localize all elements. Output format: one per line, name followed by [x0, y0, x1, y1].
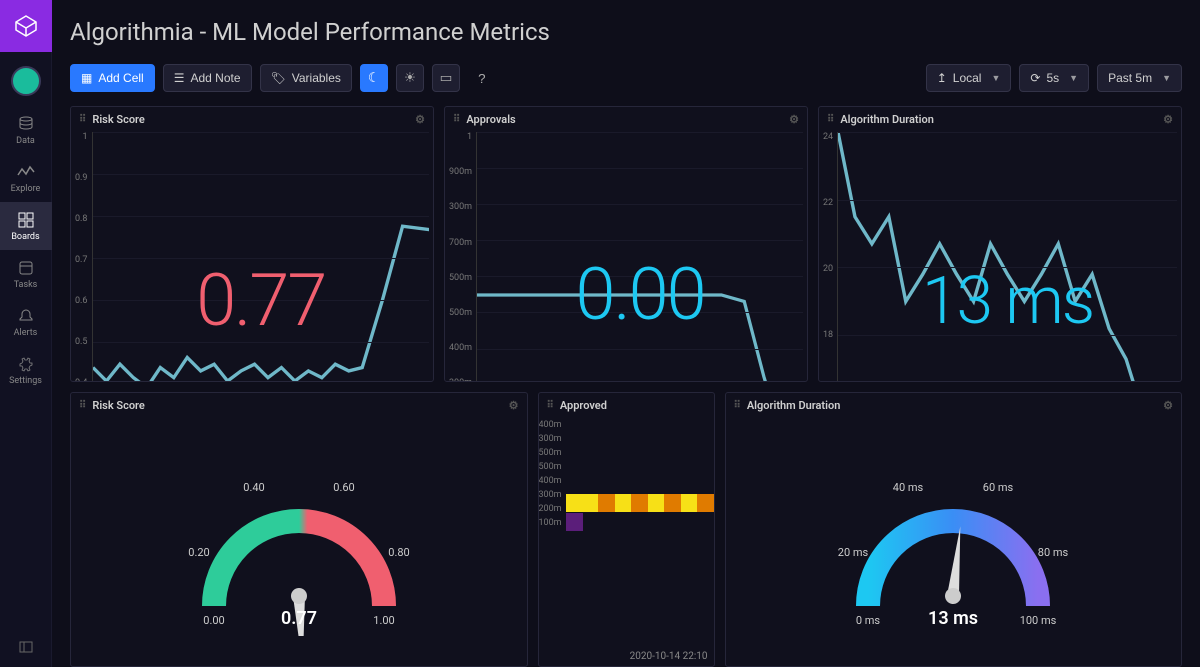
sidebar-item-settings[interactable]: Settings — [0, 346, 52, 394]
gauge-value: 0.77 — [281, 608, 317, 629]
list-icon: ☰ — [174, 71, 185, 85]
collapse-icon — [18, 639, 34, 655]
help-button[interactable]: ? — [468, 64, 496, 92]
presentation-icon: ▭ — [440, 70, 453, 86]
sidebar-item-label: Data — [16, 136, 35, 146]
sidebar-item-label: Alerts — [14, 328, 38, 338]
gauge-chart: 0 ms 20 ms 40 ms 60 ms 80 ms 100 ms 13 m… — [726, 416, 1182, 667]
svg-text:0.80: 0.80 — [388, 546, 409, 559]
svg-text:100 ms: 100 ms — [1020, 614, 1057, 627]
drag-handle-icon[interactable]: ⠿ — [79, 114, 86, 125]
settings-icon — [17, 355, 35, 373]
card-title: Algorithm Duration — [840, 113, 934, 126]
sidebar-item-label: Boards — [11, 232, 39, 242]
svg-text:20 ms: 20 ms — [838, 546, 869, 559]
drag-handle-icon[interactable]: ⠿ — [453, 114, 460, 125]
local-dropdown[interactable]: ↥ Local ▼ — [926, 64, 1012, 92]
explore-icon — [17, 163, 35, 181]
line-chart: 13 ms — [837, 132, 1177, 382]
card-title: Approved — [560, 399, 607, 412]
presentation-button[interactable]: ▭ — [432, 64, 460, 92]
refresh-icon: ⟳ — [1030, 71, 1040, 85]
sidebar-item-explore[interactable]: Explore — [0, 154, 52, 202]
dark-mode-button[interactable]: ☾ — [360, 64, 388, 92]
y-axis: 1900m300m700m500m500m400m300m200m100m — [449, 132, 476, 382]
variables-button[interactable]: 🏷 Variables — [260, 64, 352, 92]
add-note-button[interactable]: ☰ Add Note — [163, 64, 252, 92]
sidebar-item-tasks[interactable]: Tasks — [0, 250, 52, 298]
page-title: Algorithmia - ML Model Performance Metri… — [70, 18, 1182, 46]
card-title: Risk Score — [92, 113, 145, 126]
sidebar-item-boards[interactable]: Boards — [0, 202, 52, 250]
card-risk-score-gauge: ⠿ Risk Score ⚙ 0.0 — [70, 392, 528, 667]
boards-icon — [17, 211, 35, 229]
line-chart: 0.77 — [92, 132, 430, 382]
chevron-down-icon: ▼ — [991, 73, 1000, 83]
card-duration-line: ⠿ Algorithm Duration ⚙ 242220181614 13 m… — [818, 106, 1182, 382]
drag-handle-icon[interactable]: ⠿ — [827, 114, 834, 125]
sidebar-item-label: Settings — [9, 376, 42, 386]
gauge-value: 13 ms — [928, 608, 978, 629]
gear-icon[interactable]: ⚙ — [415, 113, 425, 126]
chevron-down-icon: ▼ — [1162, 73, 1171, 83]
gear-icon[interactable]: ⚙ — [1163, 399, 1173, 412]
card-duration-gauge: ⠿ Algorithm Duration ⚙ — [725, 392, 1183, 667]
help-icon: ? — [478, 71, 485, 86]
sun-icon: ☀ — [404, 70, 416, 86]
card-title: Algorithm Duration — [747, 399, 841, 412]
svg-text:1.00: 1.00 — [373, 614, 394, 627]
y-axis: 10.90.80.70.60.50.40.30.2 — [75, 132, 92, 382]
avatar[interactable] — [11, 66, 41, 96]
svg-text:0.00: 0.00 — [203, 614, 224, 627]
gauge-chart: 0.00 0.20 0.40 0.60 0.80 1.00 0.77 — [71, 416, 527, 667]
svg-text:60 ms: 60 ms — [983, 481, 1014, 494]
svg-text:40 ms: 40 ms — [893, 481, 924, 494]
y-axis: 400m300m500m500m400m300m200m100m — [539, 416, 566, 650]
main-content: Algorithmia - ML Model Performance Metri… — [52, 0, 1200, 667]
gear-icon[interactable]: ⚙ — [789, 113, 799, 126]
tag-icon: 🏷 — [271, 71, 286, 85]
light-mode-button[interactable]: ☀ — [396, 64, 424, 92]
moon-icon: ☾ — [368, 70, 380, 86]
add-cell-button[interactable]: ▦ Add Cell — [70, 64, 155, 92]
toolbar: ▦ Add Cell ☰ Add Note 🏷 Variables ☾ ☀ ▭ … — [70, 64, 1182, 92]
card-risk-score-line: ⠿ Risk Score ⚙ 10.90.80.70.60.50.40.30.2… — [70, 106, 434, 382]
sidebar-item-label: Explore — [11, 184, 41, 194]
drag-handle-icon[interactable]: ⠿ — [79, 400, 86, 411]
upload-icon: ↥ — [937, 71, 947, 85]
svg-text:0.20: 0.20 — [188, 546, 209, 559]
plus-grid-icon: ▦ — [81, 71, 92, 85]
card-title: Approvals — [466, 113, 515, 126]
card-approved-heatmap: ⠿ Approved 400m300m500m500m400m300m200m1… — [538, 392, 715, 667]
sidebar: Data Explore Boards Tasks Alerts Setting… — [0, 0, 52, 667]
gear-icon[interactable]: ⚙ — [1163, 113, 1173, 126]
sidebar-item-data[interactable]: Data — [0, 106, 52, 154]
sidebar-item-label: Tasks — [14, 280, 38, 290]
alerts-icon — [17, 307, 35, 325]
time-range-dropdown[interactable]: Past 5m ▼ — [1097, 64, 1182, 92]
refresh-dropdown[interactable]: ⟳ 5s ▼ — [1019, 64, 1089, 92]
svg-text:0.60: 0.60 — [333, 481, 354, 494]
chevron-down-icon: ▼ — [1069, 73, 1078, 83]
svg-text:0 ms: 0 ms — [856, 614, 881, 627]
heatmap-plot — [566, 416, 714, 650]
drag-handle-icon[interactable]: ⠿ — [734, 400, 741, 411]
svg-text:80 ms: 80 ms — [1038, 546, 1069, 559]
database-icon — [17, 115, 35, 133]
line-chart: 0.00 — [476, 132, 803, 382]
gear-icon[interactable]: ⚙ — [509, 399, 519, 412]
collapse-sidebar[interactable] — [0, 627, 52, 667]
svg-text:0.40: 0.40 — [243, 481, 264, 494]
y-axis: 242220181614 — [823, 132, 837, 382]
drag-handle-icon[interactable]: ⠿ — [547, 400, 554, 411]
sidebar-item-alerts[interactable]: Alerts — [0, 298, 52, 346]
card-title: Risk Score — [92, 399, 145, 412]
card-timestamp: 2020-10-14 22:10 — [539, 649, 714, 666]
tasks-icon — [17, 259, 35, 277]
card-approvals-line: ⠿ Approvals ⚙ 1900m300m700m500m500m400m3… — [444, 106, 808, 382]
app-logo[interactable] — [0, 0, 52, 52]
